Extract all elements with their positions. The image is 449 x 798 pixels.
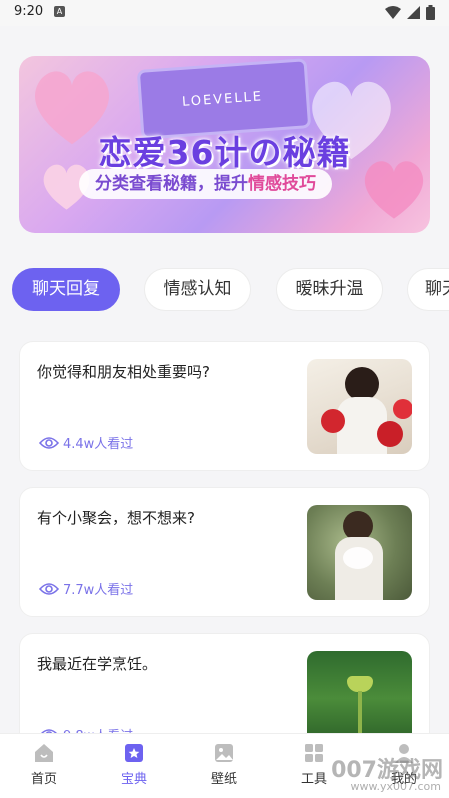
card-views: 4.4w人看过 (39, 433, 133, 452)
tab-chat-more[interactable]: 聊天 (407, 268, 449, 311)
status-icons (385, 5, 435, 20)
tab-chat-reply[interactable]: 聊天回复 (12, 268, 120, 311)
card-thumbnail (307, 505, 412, 600)
thumb-lotus-pod (347, 676, 373, 692)
nav-guide[interactable]: 宝典 (104, 742, 164, 787)
battery-icon (426, 5, 435, 20)
eye-icon (39, 436, 59, 449)
nav-home[interactable]: 首页 (14, 742, 74, 787)
status-bar: 9:20 A (0, 0, 449, 26)
card-question: 我最近在学烹饪。 (37, 655, 158, 673)
image-icon (215, 744, 233, 762)
card-question: 你觉得和朋友相处重要吗? (37, 363, 210, 381)
card-question: 有个小聚会，想不想来? (37, 509, 195, 527)
wifi-icon (385, 6, 401, 19)
thumb-figure (345, 367, 379, 401)
tab-emotion-cognition[interactable]: 情感认知 (144, 268, 251, 311)
card-thumbnail (307, 359, 412, 454)
banner-title: 恋爱36计の秘籍 (98, 133, 351, 172)
card-thumbnail (307, 651, 412, 746)
card-views: 7.7w人看过 (39, 579, 133, 598)
thumb-balloon (321, 409, 345, 433)
banner-subtitle: 分类查看秘籍，提升情感技巧 (79, 169, 332, 199)
promo-banner[interactable]: LOEVELLE 恋爱36计の秘籍 分类查看秘籍，提升情感技巧 (19, 56, 430, 233)
banner-subtitle-text: 分类查看秘籍，提升 (95, 174, 248, 194)
notification-icon: A (54, 6, 65, 17)
nav-wallpaper[interactable]: 壁纸 (194, 742, 254, 787)
nav-label: 壁纸 (210, 772, 237, 787)
article-card[interactable]: 你觉得和朋友相处重要吗? 4.4w人看过 (19, 341, 430, 471)
grid-icon (305, 744, 323, 762)
book-label: LOEVELLE (181, 89, 264, 110)
article-card[interactable]: 有个小聚会，想不想来? 7.7w人看过 (19, 487, 430, 617)
category-tabs: 聊天回复 情感认知 暧昧升温 聊天 (12, 268, 449, 312)
status-time: 9:20 (14, 4, 44, 19)
star-book-icon (125, 744, 143, 762)
nav-label: 宝典 (120, 772, 147, 787)
signal-icon (407, 6, 420, 19)
tab-flirt-warmup[interactable]: 暧昧升温 (276, 268, 383, 311)
nav-label: 首页 (30, 772, 57, 787)
watermark-url: www.yx007.com (350, 780, 441, 793)
thumb-flowers (343, 547, 373, 569)
views-count: 4.4w人看过 (63, 437, 134, 452)
views-count: 7.7w人看过 (63, 583, 134, 598)
thumb-balloon (377, 421, 403, 447)
thumb-balloon (393, 399, 412, 419)
banner-subtitle-highlight: 情感技巧 (248, 174, 316, 194)
home-icon (35, 744, 53, 762)
eye-icon (39, 582, 59, 595)
